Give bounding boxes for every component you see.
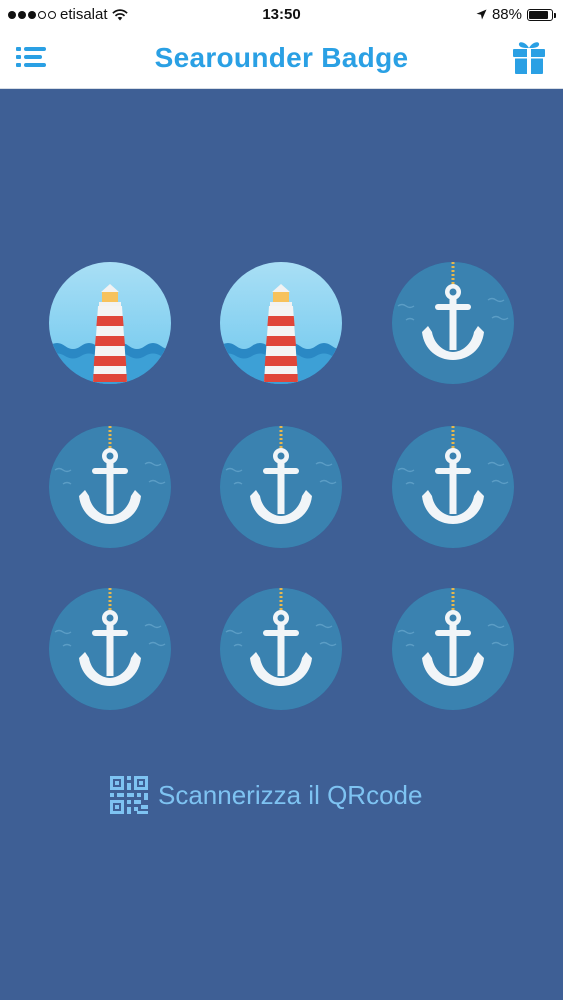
badge-anchor[interactable]: [392, 588, 514, 710]
anchor-icon: [220, 426, 342, 548]
badge-anchor[interactable]: [49, 588, 171, 710]
anchor-icon: [392, 426, 514, 548]
badge-anchor[interactable]: [49, 426, 171, 548]
lighthouse-icon: [220, 262, 342, 384]
navigation-bar: Searounder Badge: [0, 30, 563, 89]
anchor-icon: [392, 262, 514, 384]
gift-button[interactable]: [511, 39, 547, 75]
battery-icon: [527, 8, 556, 21]
badge-lighthouse[interactable]: [49, 262, 171, 384]
page-title: Searounder Badge: [154, 42, 409, 73]
status-right: 88%: [476, 6, 556, 23]
badge-lighthouse[interactable]: [220, 262, 342, 384]
lighthouse-icon: [49, 262, 171, 384]
qr-code-icon: [110, 776, 148, 814]
scan-qrcode-button[interactable]: Scannerizza il QRcode: [110, 774, 422, 816]
anchor-icon: [220, 588, 342, 710]
anchor-icon: [392, 588, 514, 710]
scan-qrcode-label: Scannerizza il QRcode: [158, 779, 423, 810]
badge-anchor[interactable]: [392, 426, 514, 548]
status-bar: etisalat 13:50 88%: [0, 0, 563, 30]
battery-percent: 88%: [491, 6, 522, 23]
gift-icon: [513, 42, 545, 74]
badge-anchor[interactable]: [220, 426, 342, 548]
location-arrow-icon: [476, 9, 487, 20]
anchor-icon: [49, 426, 171, 548]
badge-anchor[interactable]: [392, 262, 514, 384]
battery-level: [529, 10, 549, 19]
anchor-icon: [49, 588, 171, 710]
badge-anchor[interactable]: [220, 588, 342, 710]
